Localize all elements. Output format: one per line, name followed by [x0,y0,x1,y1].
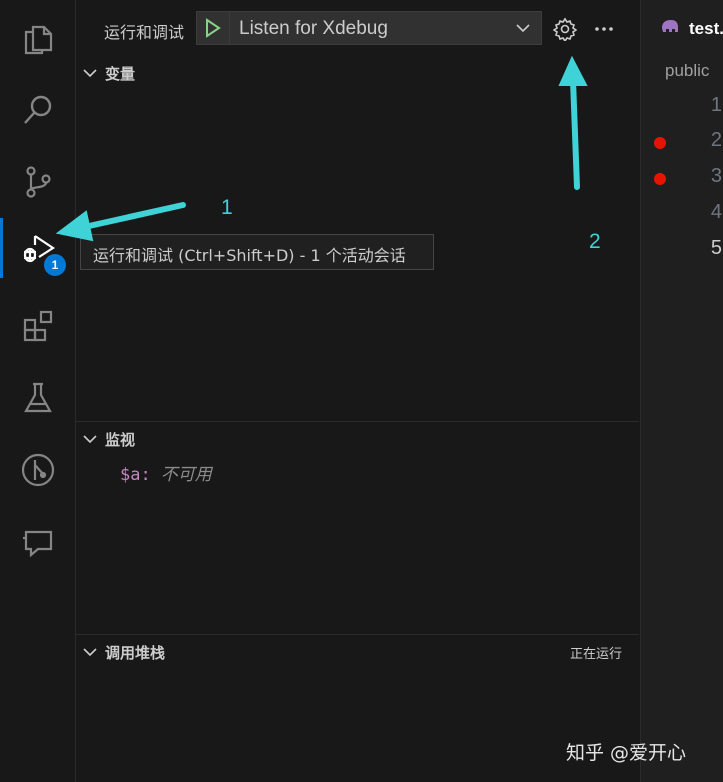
gear-icon[interactable] [552,16,578,42]
breakpoint-icon[interactable] [654,173,666,185]
line-number: 3 [710,165,722,187]
source-control-icon[interactable] [0,152,75,212]
variables-section-header[interactable]: 变量 [76,60,639,86]
git-graph-icon[interactable] [0,440,75,500]
watermark: 知乎 @爱开心 [566,742,687,764]
annotation-label-1: 1 [221,196,233,219]
watch-expression-value: 不可用 [160,465,212,485]
watch-expression-colon: : [140,465,151,485]
activity-bar: 1 [0,0,76,782]
run-debug-icon[interactable]: 1 [0,218,75,278]
run-debug-tooltip: 运行和调试 (Ctrl+Shift+D) - 1 个活动会话 [80,234,434,270]
section-divider [76,634,639,635]
variables-title: 变量 [105,65,136,83]
ellipsis-icon[interactable] [591,16,617,42]
chevron-down-icon [82,644,98,664]
search-icon[interactable] [0,80,75,140]
tab-label: test. [689,19,723,38]
chat-icon[interactable] [0,512,75,572]
breakpoint-icon[interactable] [654,137,666,149]
explorer-icon[interactable] [0,8,75,68]
breadcrumb[interactable]: public [665,61,709,81]
watch-section-header[interactable]: 监视 [76,426,639,452]
watch-title: 监视 [105,431,136,449]
line-number: 1 [710,94,722,116]
debug-config-label: Listen for Xdebug [239,18,388,39]
code-line: 1 [641,90,723,124]
line-number: 5 [710,237,722,259]
section-divider [76,421,639,422]
callstack-status: 正在运行 [569,647,622,662]
debug-toolbar: 运行和调试 Listen for Xdebug [76,0,639,56]
watch-expression[interactable]: $a: 不可用 [120,460,212,485]
run-debug-sidebar: 运行和调试 Listen for Xdebug 变量 监视 $a: 不可用 调用… [76,0,639,782]
callstack-section-header[interactable]: 调用堆栈 [76,639,639,665]
editor-area: test. public 1 2 3 4 5 [640,0,723,782]
php-elephant-icon [660,18,680,38]
code-line: 2 [641,125,723,159]
chevron-down-icon [82,65,98,85]
chevron-down-icon [82,431,98,451]
testing-icon[interactable] [0,368,75,428]
editor-tab[interactable]: test. [641,0,723,56]
code-line: 3 [641,161,723,195]
debug-config-select[interactable]: Listen for Xdebug [196,11,542,45]
line-number: 4 [710,201,722,223]
extensions-icon[interactable] [0,296,75,356]
sidebar-title: 运行和调试 [104,23,185,42]
tooltip-text: 运行和调试 (Ctrl+Shift+D) - 1 个活动会话 [93,246,406,265]
callstack-title: 调用堆栈 [105,644,166,662]
annotation-label-2: 2 [589,230,601,253]
code-line-current: 5 [641,233,723,267]
watch-expression-name: $a [120,465,141,485]
line-number: 2 [710,129,722,151]
run-debug-badge: 1 [44,254,66,276]
play-icon[interactable] [197,12,230,44]
code-line: 4 [641,197,723,231]
chevron-down-icon [515,20,531,40]
